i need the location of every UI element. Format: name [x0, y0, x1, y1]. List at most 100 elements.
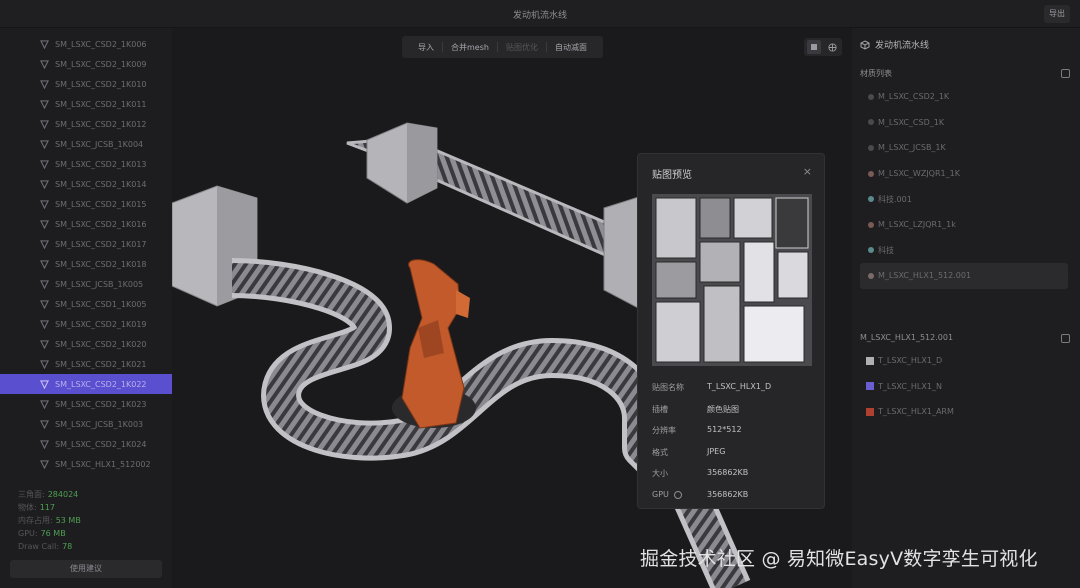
mesh-triangle-icon: [40, 279, 49, 289]
copy-icon[interactable]: [1061, 334, 1070, 343]
mesh-item-label: SM_LSXC_CSD2_1K006: [55, 39, 147, 49]
mesh-item[interactable]: SM_LSXC_CSD2_1K013: [0, 154, 172, 174]
stat-value: 53 MB: [55, 516, 81, 525]
stat-label: GPU:: [18, 529, 38, 538]
texture-label: T_LSXC_HLX1_ARM: [878, 407, 954, 417]
import-button[interactable]: 导入: [410, 42, 442, 53]
mesh-item[interactable]: SM_LSXC_JCSB_1K003: [0, 414, 172, 434]
stat-value: 117: [39, 503, 55, 512]
mesh-item[interactable]: SM_LSXC_CSD2_1K018: [0, 254, 172, 274]
mesh-item[interactable]: SM_LSXC_CSD2_1K011: [0, 94, 172, 114]
mesh-item[interactable]: SM_LSXC_CSD2_1K019: [0, 314, 172, 334]
stat-value: 284024: [47, 490, 79, 499]
watermark: 掘金技术社区 @ 易知微EasyV数字孪生可视化: [640, 548, 1038, 570]
material-label: 科技: [878, 245, 894, 255]
mesh-triangle-icon: [40, 399, 49, 409]
mesh-item[interactable]: SM_LSXC_CSD2_1K017: [0, 234, 172, 254]
texture-image: [652, 194, 812, 366]
texture-item[interactable]: T_LSXC_HLX1_ARM: [860, 399, 1068, 425]
mesh-item-label: SM_LSXC_CSD2_1K011: [55, 99, 147, 109]
mesh-triangle-icon: [40, 219, 49, 229]
mesh-item[interactable]: SM_LSXC_CSD2_1K020: [0, 334, 172, 354]
mesh-item[interactable]: SM_LSXC_CSD2_1K006: [0, 34, 172, 54]
texture-optimize-button[interactable]: 贴图优化: [498, 42, 546, 53]
material-swatch-icon: [868, 196, 874, 203]
detail-row: GPU 356862KB: [652, 490, 822, 504]
mesh-item[interactable]: SM_LSXC_CSD2_1K014: [0, 174, 172, 194]
texture-swatch-icon: [866, 407, 874, 416]
help-icon[interactable]: [674, 490, 682, 499]
mesh-item-label: SM_LSXC_CSD2_1K016: [55, 219, 147, 229]
mesh-item[interactable]: SM_LSXC_CSD1_1K005: [0, 294, 172, 314]
export-button[interactable]: 导出: [1044, 5, 1070, 23]
mesh-item[interactable]: SM_LSXC_CSD2_1K022: [0, 374, 172, 394]
mesh-item[interactable]: SM_LSXC_JCSB_1K004: [0, 134, 172, 154]
texture-label: T_LSXC_HLX1_D: [878, 356, 943, 366]
material-label: M_LSXC_CSD2_1K: [878, 92, 950, 102]
detail-value: 512*512: [707, 425, 742, 434]
material-item[interactable]: M_LSXC_HLX1_512.001: [860, 263, 1068, 289]
material-item[interactable]: M_LSXC_LZJQR1_1k: [860, 212, 1068, 238]
mesh-panel: SM_LSXC_CSD2_1K006 SM_LSXC_CSD2_1K009 SM_L…: [0, 28, 172, 588]
refresh-icon[interactable]: [1061, 69, 1070, 78]
auto-reduce-button[interactable]: 自动减面: [547, 42, 595, 53]
detail-value: 356862KB: [707, 468, 749, 477]
wireframe-view-icon[interactable]: [826, 40, 840, 54]
mesh-triangle-icon: [40, 419, 49, 429]
material-item[interactable]: 科技: [860, 238, 1068, 264]
mesh-triangle-icon: [40, 179, 49, 189]
top-bar: 发动机流水线 导出: [0, 0, 1080, 28]
mesh-item[interactable]: SM_LSXC_CSD2_1K016: [0, 214, 172, 234]
material-item[interactable]: M_LSXC_CSD2_1K: [860, 84, 1068, 110]
mesh-item[interactable]: SM_LSXC_HLX1_512002: [0, 454, 172, 474]
mesh-item[interactable]: SM_LSXC_CSD2_1K015: [0, 194, 172, 214]
stat-row: GPU: 76 MB: [18, 527, 81, 540]
detail-key: 插槽: [652, 404, 668, 414]
mesh-item-label: SM_LSXC_HLX1_512002: [55, 459, 151, 469]
detail-value: 颜色贴图: [707, 404, 739, 414]
mesh-item[interactable]: SM_LSXC_CSD2_1K024: [0, 434, 172, 454]
close-icon[interactable]: ×: [803, 165, 812, 178]
mesh-item[interactable]: SM_LSXC_CSD2_1K009: [0, 54, 172, 74]
material-swatch-icon: [868, 144, 874, 151]
material-swatch-icon: [868, 272, 874, 279]
stat-value: 76 MB: [40, 529, 66, 538]
mesh-triangle-icon: [40, 459, 49, 469]
mesh-item-label: SM_LSXC_CSD2_1K020: [55, 339, 147, 349]
material-label: M_LSXC_HLX1_512.001: [878, 271, 972, 281]
texture-item[interactable]: T_LSXC_HLX1_D: [860, 348, 1068, 374]
scene-stats: 三角面: 284024 物体: 117 内存占用: 53 MB GPU: 76 MB Draw …: [18, 488, 81, 553]
mesh-item-label: SM_LSXC_CSD2_1K015: [55, 199, 147, 209]
material-label: M_LSXC_WZJQR1_1K: [878, 169, 960, 179]
texture-swatch-icon: [866, 382, 874, 391]
detail-key: 分辨率: [652, 426, 676, 435]
material-item[interactable]: M_LSXC_JCSB_1K: [860, 135, 1068, 161]
material-item[interactable]: 科技.001: [860, 186, 1068, 212]
merge-mesh-button[interactable]: 合并mesh: [443, 42, 497, 53]
material-item[interactable]: M_LSXC_CSD_1K: [860, 110, 1068, 136]
material-item[interactable]: M_LSXC_WZJQR1_1K: [860, 161, 1068, 187]
detail-row: 插槽 颜色贴图: [652, 404, 822, 418]
app-title: 发动机流水线: [512, 11, 567, 21]
mesh-list: SM_LSXC_CSD2_1K006 SM_LSXC_CSD2_1K009 SM_L…: [0, 34, 172, 474]
mesh-item-label: SM_LSXC_JCSB_1K005: [55, 279, 144, 289]
mesh-item[interactable]: SM_LSXC_CSD2_1K021: [0, 354, 172, 374]
mesh-item[interactable]: SM_LSXC_CSD2_1K023: [0, 394, 172, 414]
material-panel: 发动机流水线 材质列表 M_LSXC_CSD2_1K M_LSXC_CSD_1K M…: [852, 28, 1080, 588]
usage-suggestion-button[interactable]: 使用建议: [10, 560, 162, 578]
mesh-item[interactable]: SM_LSXC_CSD2_1K010: [0, 74, 172, 94]
detail-key: 贴图名称: [652, 383, 684, 392]
mesh-item[interactable]: SM_LSXC_CSD2_1K012: [0, 114, 172, 134]
cube-icon: [860, 39, 870, 50]
texture-swatch-icon: [866, 356, 874, 365]
solid-view-icon[interactable]: [806, 40, 821, 54]
project-title: 发动机流水线: [875, 41, 930, 51]
detail-key: 大小: [652, 469, 668, 478]
texture-item[interactable]: T_LSXC_HLX1_N: [860, 374, 1068, 400]
view-mode-toggle: [804, 38, 842, 56]
detail-row: 格式 JPEG: [652, 447, 822, 461]
stat-label: 内存占用:: [18, 516, 53, 525]
mesh-item-label: SM_LSXC_CSD2_1K012: [55, 119, 147, 129]
mesh-item[interactable]: SM_LSXC_JCSB_1K005: [0, 274, 172, 294]
detail-row: 大小 356862KB: [652, 468, 822, 482]
